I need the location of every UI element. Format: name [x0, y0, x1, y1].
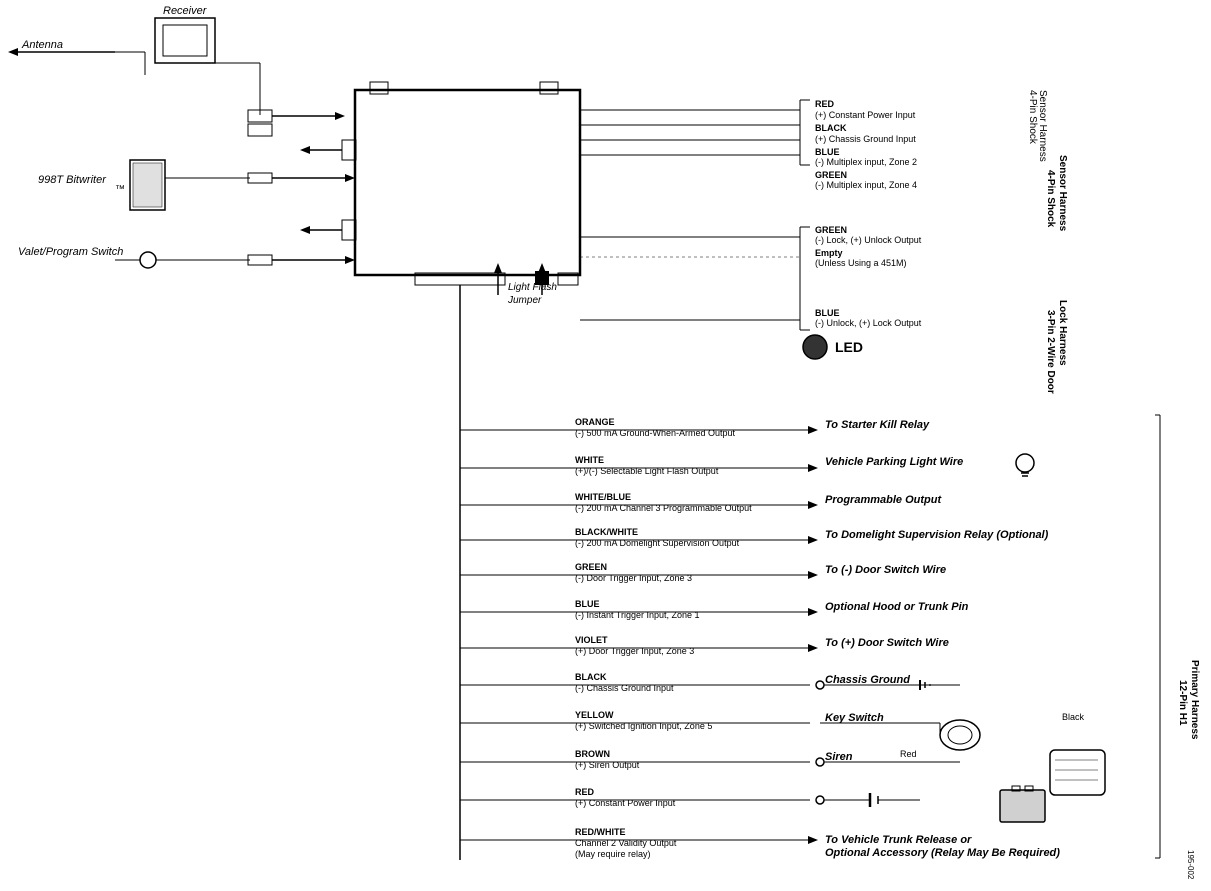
svg-text:(+) Siren Output: (+) Siren Output	[575, 760, 640, 770]
svg-text:YELLOW: YELLOW	[575, 710, 614, 720]
svg-text:Receiver: Receiver	[163, 5, 208, 17]
svg-text:GREEN: GREEN	[815, 170, 847, 180]
svg-text:BLUE: BLUE	[575, 599, 600, 609]
svg-text:Vehicle Parking Light Wire: Vehicle Parking Light Wire	[825, 456, 963, 468]
svg-text:(+) Switched Ignition Input, Z: (+) Switched Ignition Input, Zone 5	[575, 721, 712, 731]
svg-text:Valet/Program Switch: Valet/Program Switch	[18, 246, 123, 258]
svg-text:Optional Hood or Trunk Pin: Optional Hood or Trunk Pin	[825, 601, 969, 613]
svg-text:GREEN: GREEN	[575, 562, 607, 572]
svg-text:To Domelight Supervision Relay: To Domelight Supervision Relay (Optional…	[825, 529, 1049, 541]
svg-text:(-) Lock, (+) Unlock Output: (-) Lock, (+) Unlock Output	[815, 235, 922, 245]
svg-text:(-) Instant Trigger Input, Zon: (-) Instant Trigger Input, Zone 1	[575, 610, 700, 620]
svg-text:To Vehicle Trunk Release or: To Vehicle Trunk Release or	[825, 834, 972, 846]
svg-text:(-) Unlock, (+) Lock Output: (-) Unlock, (+) Lock Output	[815, 318, 922, 328]
svg-text:Key Switch: Key Switch	[825, 712, 884, 724]
svg-text:Sensor Harness: Sensor Harness	[1037, 90, 1048, 162]
svg-text:(May require relay): (May require relay)	[575, 849, 651, 859]
svg-text:Red: Red	[900, 749, 917, 759]
svg-text:RED: RED	[815, 99, 835, 109]
svg-text:Chassis Ground: Chassis Ground	[825, 674, 910, 686]
svg-text:Siren: Siren	[825, 751, 853, 763]
svg-text:(+) Constant Power Input: (+) Constant Power Input	[815, 110, 916, 120]
svg-text:BLUE: BLUE	[815, 308, 840, 318]
svg-text:998T Bitwriter: 998T Bitwriter	[38, 174, 107, 186]
svg-text:To (-) Door Switch Wire: To (-) Door Switch Wire	[825, 564, 946, 576]
svg-text:Light Flash: Light Flash	[508, 282, 557, 293]
svg-text:Jumper: Jumper	[507, 295, 542, 306]
svg-text:(-) Door Trigger Input, Zone 3: (-) Door Trigger Input, Zone 3	[575, 573, 692, 583]
svg-text:4-Pin Shock: 4-Pin Shock	[1045, 170, 1056, 228]
svg-text:(+)/(-) Selectable Light Flash: (+)/(-) Selectable Light Flash Output	[575, 466, 719, 476]
svg-text:LED: LED	[835, 339, 863, 355]
svg-text:(+) Chassis Ground Input: (+) Chassis Ground Input	[815, 134, 916, 144]
svg-text:Black: Black	[1062, 712, 1085, 722]
svg-text:Optional Accessory (Relay May: Optional Accessory (Relay May Be Require…	[825, 847, 1060, 859]
svg-text:(-) Multiplex input, Zone 4: (-) Multiplex input, Zone 4	[815, 180, 917, 190]
svg-text:Lock Harness: Lock Harness	[1057, 300, 1068, 366]
svg-text:(-) Chassis Ground Input: (-) Chassis Ground Input	[575, 683, 674, 693]
svg-text:RED: RED	[575, 787, 595, 797]
svg-text:To Starter Kill Relay: To Starter Kill Relay	[825, 419, 930, 431]
svg-text:™: ™	[115, 184, 125, 195]
svg-text:To (+) Door Switch Wire: To (+) Door Switch Wire	[825, 637, 949, 649]
svg-text:RED/WHITE: RED/WHITE	[575, 827, 626, 837]
svg-text:Empty: Empty	[815, 248, 843, 258]
svg-text:(Unless Using a 451M): (Unless Using a 451M)	[815, 258, 907, 268]
svg-text:ORANGE: ORANGE	[575, 417, 615, 427]
svg-text:(-) 200 mA Domelight Supervisi: (-) 200 mA Domelight Supervision Output	[575, 538, 740, 548]
svg-text:WHITE: WHITE	[575, 455, 604, 465]
wiring-diagram: Antenna Receiver 998T Bitwriter ™ Va	[0, 0, 1211, 891]
svg-text:GREEN: GREEN	[815, 225, 847, 235]
svg-text:WHITE/BLUE: WHITE/BLUE	[575, 492, 631, 502]
svg-text:BROWN: BROWN	[575, 749, 610, 759]
svg-text:BLUE: BLUE	[815, 147, 840, 157]
svg-text:Channel 2 Validity Output: Channel 2 Validity Output	[575, 838, 677, 848]
svg-text:(+) Constant Power Input: (+) Constant Power Input	[575, 798, 676, 808]
svg-text:Primary Harness: Primary Harness	[1189, 660, 1200, 740]
svg-text:BLACK: BLACK	[815, 123, 847, 133]
svg-text:3-Pin 2-Wire Door: 3-Pin 2-Wire Door	[1045, 310, 1056, 394]
svg-text:(-) Multiplex input, Zone 2: (-) Multiplex input, Zone 2	[815, 157, 917, 167]
svg-text:(+) Door Trigger Input, Zone 3: (+) Door Trigger Input, Zone 3	[575, 646, 694, 656]
svg-text:Antenna: Antenna	[21, 39, 63, 51]
svg-text:BLACK/WHITE: BLACK/WHITE	[575, 527, 638, 537]
svg-text:(-) 500 mA Ground-When-Armed O: (-) 500 mA Ground-When-Armed Output	[575, 428, 736, 438]
svg-text:4-Pin Shock: 4-Pin Shock	[1027, 90, 1038, 145]
svg-text:195-002: 195-002	[1186, 850, 1195, 880]
svg-text:BLACK: BLACK	[575, 672, 607, 682]
svg-text:Programmable Output: Programmable Output	[825, 494, 942, 506]
svg-text:12-Pin H1: 12-Pin H1	[1177, 680, 1188, 726]
svg-text:Sensor Harness: Sensor Harness	[1057, 155, 1068, 232]
svg-text:(-) 200 mA Channel 3 Programma: (-) 200 mA Channel 3 Programmable Output	[575, 503, 752, 513]
svg-text:VIOLET: VIOLET	[575, 635, 608, 645]
